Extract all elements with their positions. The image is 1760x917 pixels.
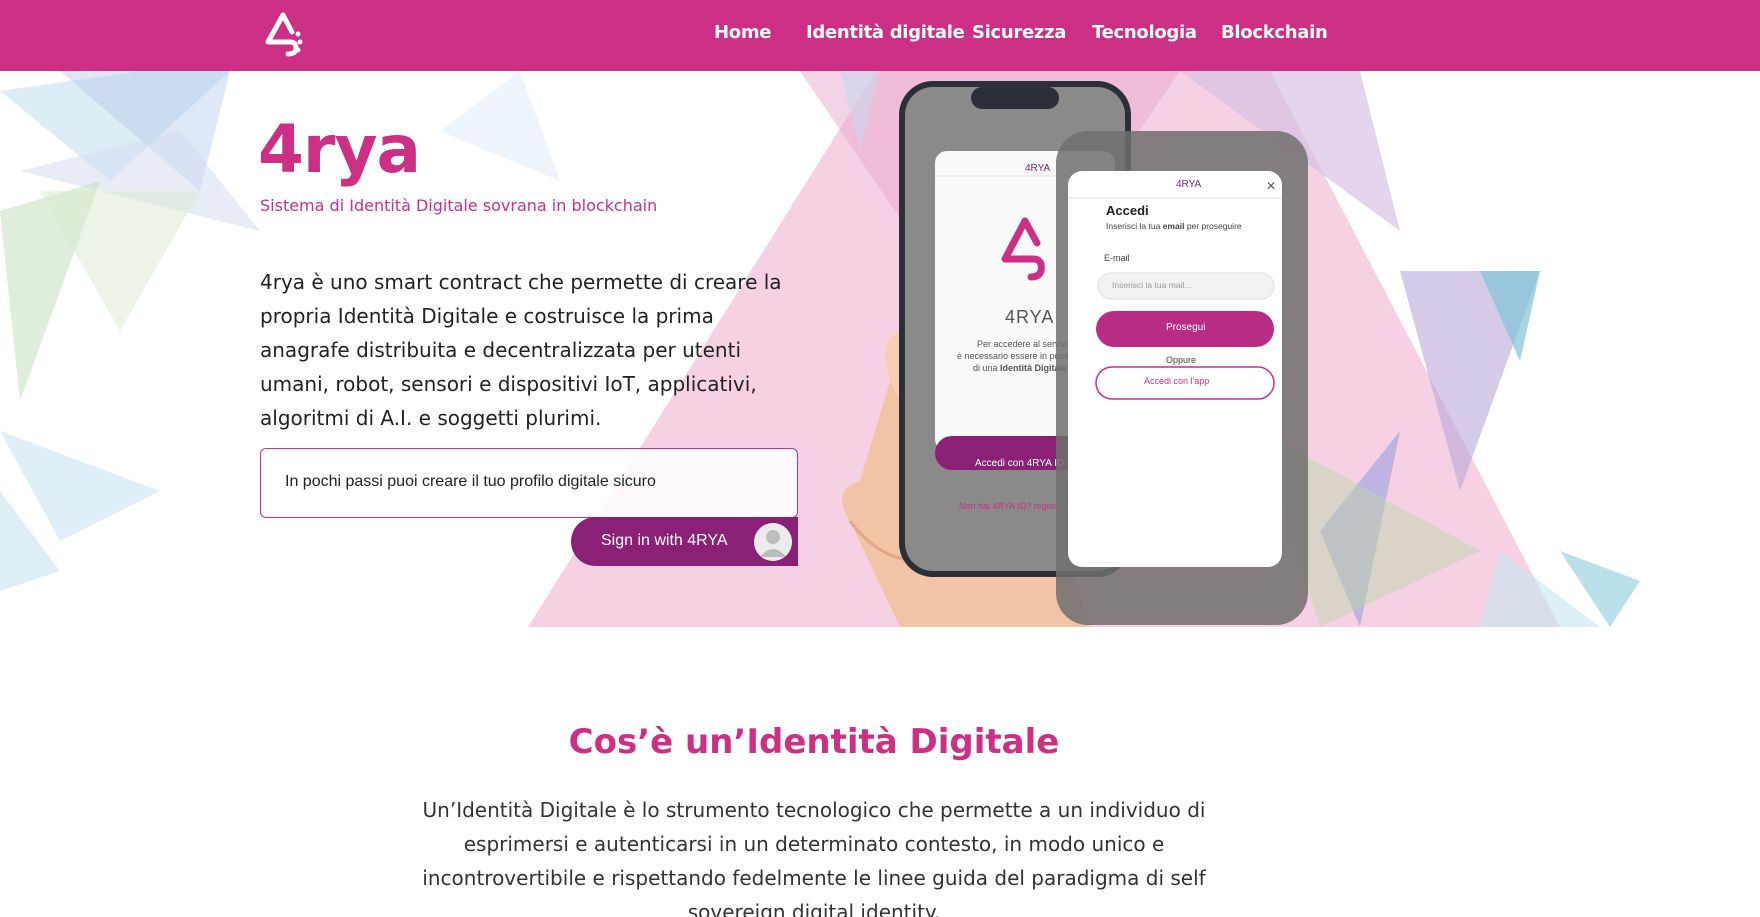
user-avatar-icon [754,523,792,561]
identita-digitale-section: Cos’è un’Identità Digitale Un’Identità D… [0,627,1760,917]
back-app-button[interactable]: Accedi con l'app [1144,376,1209,386]
back-heading: Accedi [1106,203,1149,218]
back-email-label: E-mail [1104,253,1130,263]
nav-identita-digitale[interactable]: Identità digitale [806,22,965,43]
back-or-text: Oppure [1166,355,1197,365]
cta-box: In pochi passi puoi creare il tuo profil… [260,448,798,518]
section-title: Cos’è un’Identità Digitale [568,722,1060,762]
front-brand: 4RYA [1005,307,1055,327]
front-register-link[interactable]: Non hai 4RYA ID? registr [959,501,1059,511]
hero-title: 4rya [258,111,421,188]
4rya-logo-icon[interactable] [262,12,304,58]
cta-text: In pochi passi puoi creare il tuo profil… [285,473,656,490]
nav-blockchain[interactable]: Blockchain [1221,22,1328,43]
front-info-line-3: di una Identità Digitale [973,363,1068,373]
nav-tecnologia[interactable]: Tecnologia [1092,22,1197,43]
phone-back-mockup: 4RYA ✕ Accedi Inserisci la tua email per… [1056,131,1308,627]
back-prosegui-button[interactable]: Prosegui [1166,322,1205,333]
back-header-logo: 4RYA [1176,179,1202,190]
front-header-logo: 4RYA [1025,163,1051,174]
back-instruction: Inserisci la tua email per proseguire [1106,221,1242,231]
page: Home Identità digitale Sicurezza Tecnolo… [0,0,1760,917]
sign-in-label: Sign in with 4RYA [601,532,728,549]
front-info-line-2: è necessario essere in poss [957,351,1069,361]
sign-in-with-4rya-button[interactable]: Sign in with 4RYA [571,517,798,566]
hero-section: 4rya Sistema di Identità Digitale sovran… [0,71,1760,627]
back-email-input[interactable]: Inserisci la tua mail... [1112,280,1191,290]
section-body: Un’Identità Digitale è lo strumento tecn… [422,798,1206,917]
nav-sicurezza[interactable]: Sicurezza [972,22,1066,43]
nav-home[interactable]: Home [714,22,772,43]
front-accedi-button[interactable]: Accedi con 4RYA ID [975,458,1064,469]
hero-subtitle: Sistema di Identità Digitale sovrana in … [260,196,658,215]
top-nav-bar: Home Identità digitale Sicurezza Tecnolo… [0,0,1760,71]
hero-description: 4rya è uno smart contract che permette d… [260,270,782,430]
close-icon[interactable]: ✕ [1266,179,1276,193]
